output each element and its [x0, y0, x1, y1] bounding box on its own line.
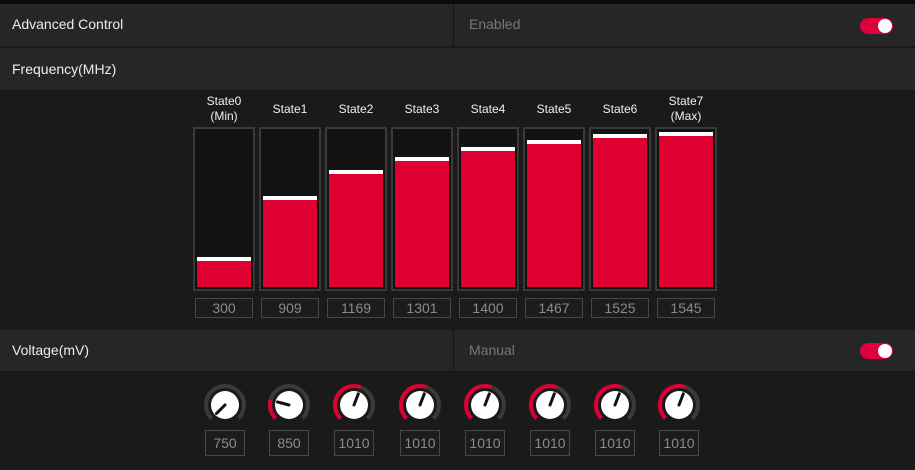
knob-dial — [594, 383, 636, 420]
state-label: State6 — [602, 102, 638, 116]
advanced-control-label: Advanced Control — [12, 16, 124, 32]
frequency-value-input[interactable]: 1467 — [525, 298, 583, 318]
advanced-control-toggle[interactable] — [860, 18, 893, 34]
knob-dial — [658, 383, 700, 420]
state-label: State3 — [404, 102, 440, 116]
row-divider — [453, 4, 454, 46]
voltage-knob[interactable] — [462, 382, 508, 428]
voltage-value-input[interactable]: 850 — [269, 430, 309, 456]
row-divider — [453, 330, 454, 371]
advanced-control-row: Advanced Control Enabled — [0, 4, 915, 47]
voltage-knob[interactable] — [592, 382, 638, 428]
voltage-knob[interactable] — [656, 382, 702, 428]
toggle-knob — [878, 344, 892, 358]
state-label: State4 — [470, 102, 506, 116]
frequency-slider-handle[interactable] — [263, 196, 317, 200]
frequency-label: Frequency(MHz) — [12, 61, 117, 77]
frequency-value-input[interactable]: 300 — [195, 298, 253, 318]
voltage-value-input[interactable]: 1010 — [334, 430, 374, 456]
state-label: State2 — [338, 102, 374, 116]
frequency-value-input[interactable]: 1545 — [657, 298, 715, 318]
knob-progress-arc — [268, 399, 278, 420]
knob-dial — [399, 383, 441, 420]
knob-dial — [268, 384, 310, 420]
frequency-slider[interactable] — [259, 127, 321, 291]
state-label: State7 (Max) — [668, 94, 704, 123]
voltage-knob[interactable] — [266, 382, 312, 428]
frequency-slider[interactable] — [589, 127, 651, 291]
frequency-value-input[interactable]: 1525 — [591, 298, 649, 318]
knob-dial — [529, 383, 571, 420]
voltage-knob[interactable] — [527, 382, 573, 428]
frequency-fill — [659, 132, 713, 287]
frequency-states-panel: State0 (Min) 300 State1 909 State2 1169 State3… — [0, 92, 915, 330]
frequency-slider[interactable] — [655, 127, 717, 291]
voltage-knobs-panel: 750 850 1010 1010 1010 1010 1010 1010 — [0, 373, 915, 470]
frequency-fill — [593, 134, 647, 287]
frequency-slider-handle[interactable] — [329, 170, 383, 174]
advanced-control-status: Enabled — [469, 16, 521, 32]
frequency-header: Frequency(MHz) — [0, 48, 915, 91]
state-label: State0 (Min) — [206, 94, 242, 123]
frequency-fill — [461, 147, 515, 287]
frequency-fill — [197, 257, 251, 287]
frequency-fill — [263, 196, 317, 287]
frequency-slider-handle[interactable] — [197, 257, 251, 261]
voltage-value-input[interactable]: 750 — [205, 430, 245, 456]
frequency-slider-handle[interactable] — [395, 157, 449, 161]
voltage-value-input[interactable]: 1010 — [530, 430, 570, 456]
frequency-value-input[interactable]: 909 — [261, 298, 319, 318]
voltage-knob[interactable] — [331, 382, 377, 428]
voltage-knob[interactable] — [397, 382, 443, 428]
frequency-value-input[interactable]: 1400 — [459, 298, 517, 318]
voltage-label: Voltage(mV) — [12, 342, 90, 358]
voltage-value-input[interactable]: 1010 — [400, 430, 440, 456]
voltage-knob[interactable] — [202, 382, 248, 428]
frequency-slider[interactable] — [193, 127, 255, 291]
voltage-row: Voltage(mV) Manual — [0, 330, 915, 372]
knob-dial — [333, 383, 375, 420]
state-label: State5 — [536, 102, 572, 116]
voltage-value-input[interactable]: 1010 — [659, 430, 699, 456]
frequency-slider[interactable] — [523, 127, 585, 291]
state-label: State1 — [272, 102, 308, 116]
frequency-value-input[interactable]: 1169 — [327, 298, 385, 318]
frequency-slider-handle[interactable] — [593, 134, 647, 138]
frequency-slider-handle[interactable] — [527, 140, 581, 144]
knob-dial — [204, 384, 246, 420]
voltage-toggle[interactable] — [860, 343, 893, 359]
frequency-slider-handle[interactable] — [461, 147, 515, 151]
frequency-slider-handle[interactable] — [659, 132, 713, 136]
frequency-fill — [527, 140, 581, 287]
knob-dial — [464, 383, 506, 420]
frequency-slider[interactable] — [391, 127, 453, 291]
frequency-slider[interactable] — [325, 127, 387, 291]
frequency-fill — [329, 170, 383, 287]
voltage-mode: Manual — [469, 342, 515, 358]
voltage-value-input[interactable]: 1010 — [465, 430, 505, 456]
frequency-value-input[interactable]: 1301 — [393, 298, 451, 318]
toggle-knob — [878, 19, 892, 33]
voltage-value-input[interactable]: 1010 — [595, 430, 635, 456]
frequency-slider[interactable] — [457, 127, 519, 291]
frequency-fill — [395, 157, 449, 287]
